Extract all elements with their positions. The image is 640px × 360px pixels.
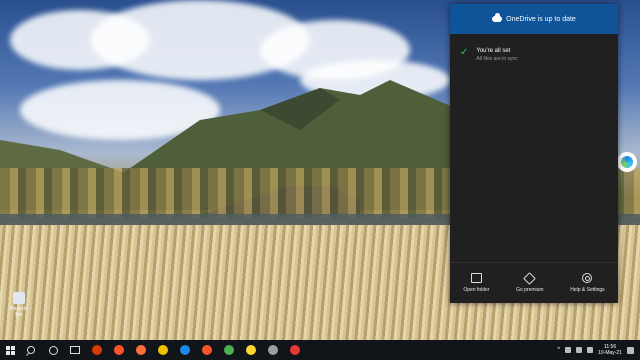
help-settings-label: Help & Settings (570, 287, 605, 293)
task-view-icon (70, 346, 80, 354)
folder-icon (470, 273, 482, 283)
clock[interactable]: 11:56 10-May-21 (598, 344, 622, 356)
clock-date: 10-May-21 (598, 350, 622, 356)
system-tray: ^ 11:56 10-May-21 (557, 344, 640, 356)
open-folder-button[interactable]: Open folder (463, 273, 489, 293)
task-view-button[interactable] (64, 340, 86, 360)
taskbar-app-button[interactable] (152, 340, 174, 360)
chrome-icon (224, 345, 234, 355)
desktop-icon-label: Recycle Bin (10, 306, 28, 318)
network-icon[interactable] (565, 347, 572, 353)
taskbar-app-button[interactable] (86, 340, 108, 360)
gear-icon (582, 273, 593, 283)
taskbar-app-button[interactable] (262, 340, 284, 360)
cloud-icon (492, 13, 503, 22)
taskbar-app-button[interactable] (130, 340, 152, 360)
taskbar-app-button[interactable] (240, 340, 262, 360)
office-icon (92, 345, 102, 355)
edge-icon (180, 345, 190, 355)
taskbar: ^ 11:56 10-May-21 (0, 340, 640, 360)
go-premium-label: Go premium (516, 286, 544, 293)
edge-floating-icon[interactable] (617, 152, 637, 172)
onedrive-header: OneDrive is up to date (450, 4, 618, 34)
brave-beta-icon (202, 345, 212, 355)
chevron-up-icon[interactable]: ^ (557, 347, 560, 353)
sync-status: ✓ You're all set All files are in sync (460, 47, 518, 63)
volume-icon[interactable] (576, 347, 583, 353)
recycle-bin-image (13, 292, 25, 304)
start-button[interactable] (0, 340, 20, 360)
onedrive-header-title: OneDrive is up to date (506, 15, 576, 23)
firefox-icon (136, 345, 146, 355)
brave-icon (114, 345, 124, 355)
search-icon (27, 346, 35, 354)
notifications-icon[interactable] (627, 346, 634, 354)
cortana-icon (48, 345, 58, 355)
opera-icon (290, 345, 300, 355)
recycle-bin-icon[interactable]: Recycle Bin (6, 292, 32, 318)
edge-logo-icon (621, 156, 633, 168)
go-premium-button[interactable]: Go premium (516, 271, 544, 293)
cortana-button[interactable] (42, 340, 64, 360)
onedrive-actions: Open folder Go premium Help & Settings (450, 262, 618, 303)
diamond-icon (523, 271, 537, 285)
taskbar-app-button[interactable] (108, 340, 130, 360)
status-subtitle: All files are in sync (476, 56, 518, 62)
onedrive-tray-icon[interactable] (587, 347, 594, 353)
checkmark-icon: ✓ (460, 47, 469, 58)
chrome-beta-icon (246, 345, 256, 355)
taskbar-app-button[interactable] (196, 340, 218, 360)
chrome-canary-icon (158, 345, 168, 355)
onedrive-flyout: OneDrive is up to date ✓ You're all set … (450, 4, 618, 303)
taskbar-app-button[interactable] (174, 340, 196, 360)
windows-logo-icon (5, 345, 15, 355)
taskbar-app-button[interactable] (284, 340, 306, 360)
chrome-dev-icon (268, 345, 278, 355)
help-settings-button[interactable]: Help & Settings (570, 273, 605, 293)
taskbar-app-button[interactable] (218, 340, 240, 360)
status-title: You're all set (476, 48, 511, 54)
open-folder-label: Open folder (463, 287, 490, 293)
search-button[interactable] (20, 340, 42, 360)
